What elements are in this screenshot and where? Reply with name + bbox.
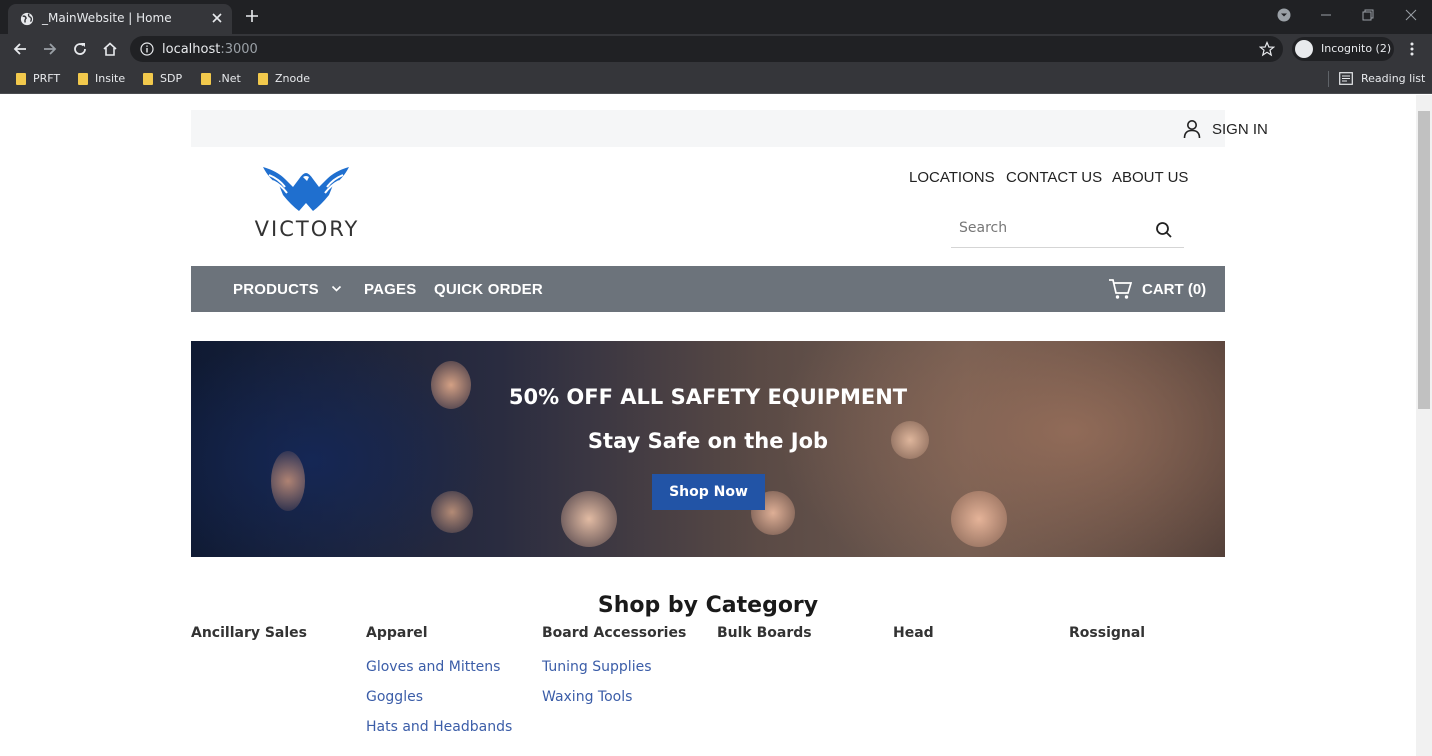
shop-by-category-heading: Shop by Category <box>597 593 819 618</box>
contact-us-link[interactable]: CONTACT US <box>1006 169 1102 186</box>
bookmark-label: .Net <box>218 72 241 85</box>
shop-now-button[interactable]: Shop Now <box>652 474 765 510</box>
hero-subtitle: Stay Safe on the Job <box>587 429 829 453</box>
logo-wordmark: VICTORY <box>254 217 360 241</box>
reading-list-icon <box>1339 72 1353 85</box>
bookmark-label: Znode <box>275 72 310 85</box>
main-navigation: PRODUCTS PAGES QUICK ORDER CART (0) <box>191 266 1225 312</box>
category-title[interactable]: Board Accessories <box>542 625 712 641</box>
browser-toolbar: localhost:3000 Incognito (2) <box>0 34 1432 64</box>
category-column: Head <box>893 625 1063 641</box>
bookmark-label: Insite <box>95 72 126 85</box>
nav-quick-order[interactable]: QUICK ORDER <box>434 281 543 298</box>
url-text: localhost:3000 <box>162 42 258 57</box>
folder-icon <box>201 73 211 85</box>
category-column: Rossignal <box>1069 625 1239 641</box>
incognito-label: Incognito (2) <box>1321 42 1392 55</box>
close-icon[interactable] <box>210 11 224 25</box>
about-us-link[interactable]: ABOUT US <box>1112 169 1188 186</box>
folder-icon <box>78 73 88 85</box>
bookmarks-divider <box>1328 71 1329 87</box>
category-title[interactable]: Head <box>893 625 1063 641</box>
sign-in-label: SIGN IN <box>1212 121 1268 138</box>
url-port: :3000 <box>220 42 258 57</box>
hero-banner: 50% OFF ALL SAFETY EQUIPMENT Stay Safe o… <box>191 341 1225 557</box>
close-window-icon[interactable] <box>1404 8 1418 22</box>
page-scrollbar[interactable] <box>1416 95 1432 756</box>
scrollbar-thumb[interactable] <box>1418 111 1430 409</box>
utility-bar: SIGN IN <box>191 110 1268 147</box>
category-title[interactable]: Apparel <box>366 625 536 641</box>
new-tab-icon[interactable] <box>244 8 260 24</box>
subcategory-link[interactable]: Goggles <box>366 689 536 705</box>
bokeh-light <box>431 491 473 533</box>
reading-list-label: Reading list <box>1361 72 1426 85</box>
chevron-down-icon[interactable] <box>331 283 342 294</box>
category-column: Board Accessories Tuning Supplies Waxing… <box>542 625 712 705</box>
folder-icon <box>16 73 26 85</box>
search-icon[interactable] <box>1155 221 1173 239</box>
subcategory-link[interactable]: Waxing Tools <box>542 689 712 705</box>
bookmark-star-icon[interactable] <box>1259 41 1275 57</box>
bokeh-light <box>561 491 617 547</box>
subcategory-list: Gloves and Mittens Goggles Hats and Head… <box>366 659 536 735</box>
user-icon <box>1183 120 1201 139</box>
page-viewport: SIGN IN VICTORY LOCATIONS CONTACT US ABO… <box>0 95 1432 756</box>
bookmarks-bar: PRFT Insite SDP .Net Znode Reading list <box>0 64 1432 94</box>
reload-icon[interactable] <box>72 41 88 57</box>
bokeh-light <box>951 491 1007 547</box>
category-column: Ancillary Sales <box>191 625 361 641</box>
bokeh-light <box>271 451 305 511</box>
subcategory-link[interactable]: Tuning Supplies <box>542 659 712 675</box>
folder-icon <box>143 73 153 85</box>
browser-tab[interactable]: _MainWebsite | Home <box>8 4 232 34</box>
category-title[interactable]: Bulk Boards <box>717 625 887 641</box>
hero-title: 50% OFF ALL SAFETY EQUIPMENT <box>508 385 908 409</box>
eagle-logo-icon <box>263 167 349 211</box>
bookmark-label: PRFT <box>33 72 61 85</box>
bookmark-label: SDP <box>160 72 183 85</box>
search-input[interactable] <box>959 220 1139 236</box>
home-icon[interactable] <box>102 41 118 57</box>
url-host: localhost <box>162 42 221 57</box>
incognito-icon <box>1295 40 1313 58</box>
category-title[interactable]: Ancillary Sales <box>191 625 361 641</box>
folder-icon <box>258 73 268 85</box>
tab-title: _MainWebsite | Home <box>42 11 172 25</box>
nav-products[interactable]: PRODUCTS <box>233 281 319 298</box>
address-bar[interactable]: localhost:3000 <box>130 36 1283 62</box>
minimize-icon[interactable] <box>1319 8 1333 22</box>
subcategory-link[interactable]: Hats and Headbands <box>366 719 536 735</box>
browser-tabstrip: _MainWebsite | Home <box>0 0 1432 34</box>
info-icon[interactable] <box>140 42 154 56</box>
cart-link[interactable]: CART (0) <box>1142 281 1206 298</box>
back-icon[interactable] <box>12 41 28 57</box>
forward-icon[interactable] <box>42 41 58 57</box>
victory-logo[interactable]: VICTORY <box>254 165 360 241</box>
chrome-menu-icon[interactable] <box>1404 41 1420 57</box>
tab-search-icon[interactable] <box>1277 8 1291 22</box>
category-column: Apparel Gloves and Mittens Goggles Hats … <box>366 625 536 735</box>
globe-icon <box>20 12 34 26</box>
cart-icon[interactable] <box>1108 278 1132 300</box>
subcategory-list: Tuning Supplies Waxing Tools <box>542 659 712 705</box>
locations-link[interactable]: LOCATIONS <box>909 169 995 186</box>
search-box <box>951 212 1184 248</box>
category-title[interactable]: Rossignal <box>1069 625 1239 641</box>
nav-pages[interactable]: PAGES <box>364 281 416 298</box>
incognito-profile-button[interactable]: Incognito (2) <box>1292 37 1394 61</box>
restore-icon[interactable] <box>1361 8 1375 22</box>
category-column: Bulk Boards <box>717 625 887 641</box>
subcategory-link[interactable]: Gloves and Mittens <box>366 659 536 675</box>
